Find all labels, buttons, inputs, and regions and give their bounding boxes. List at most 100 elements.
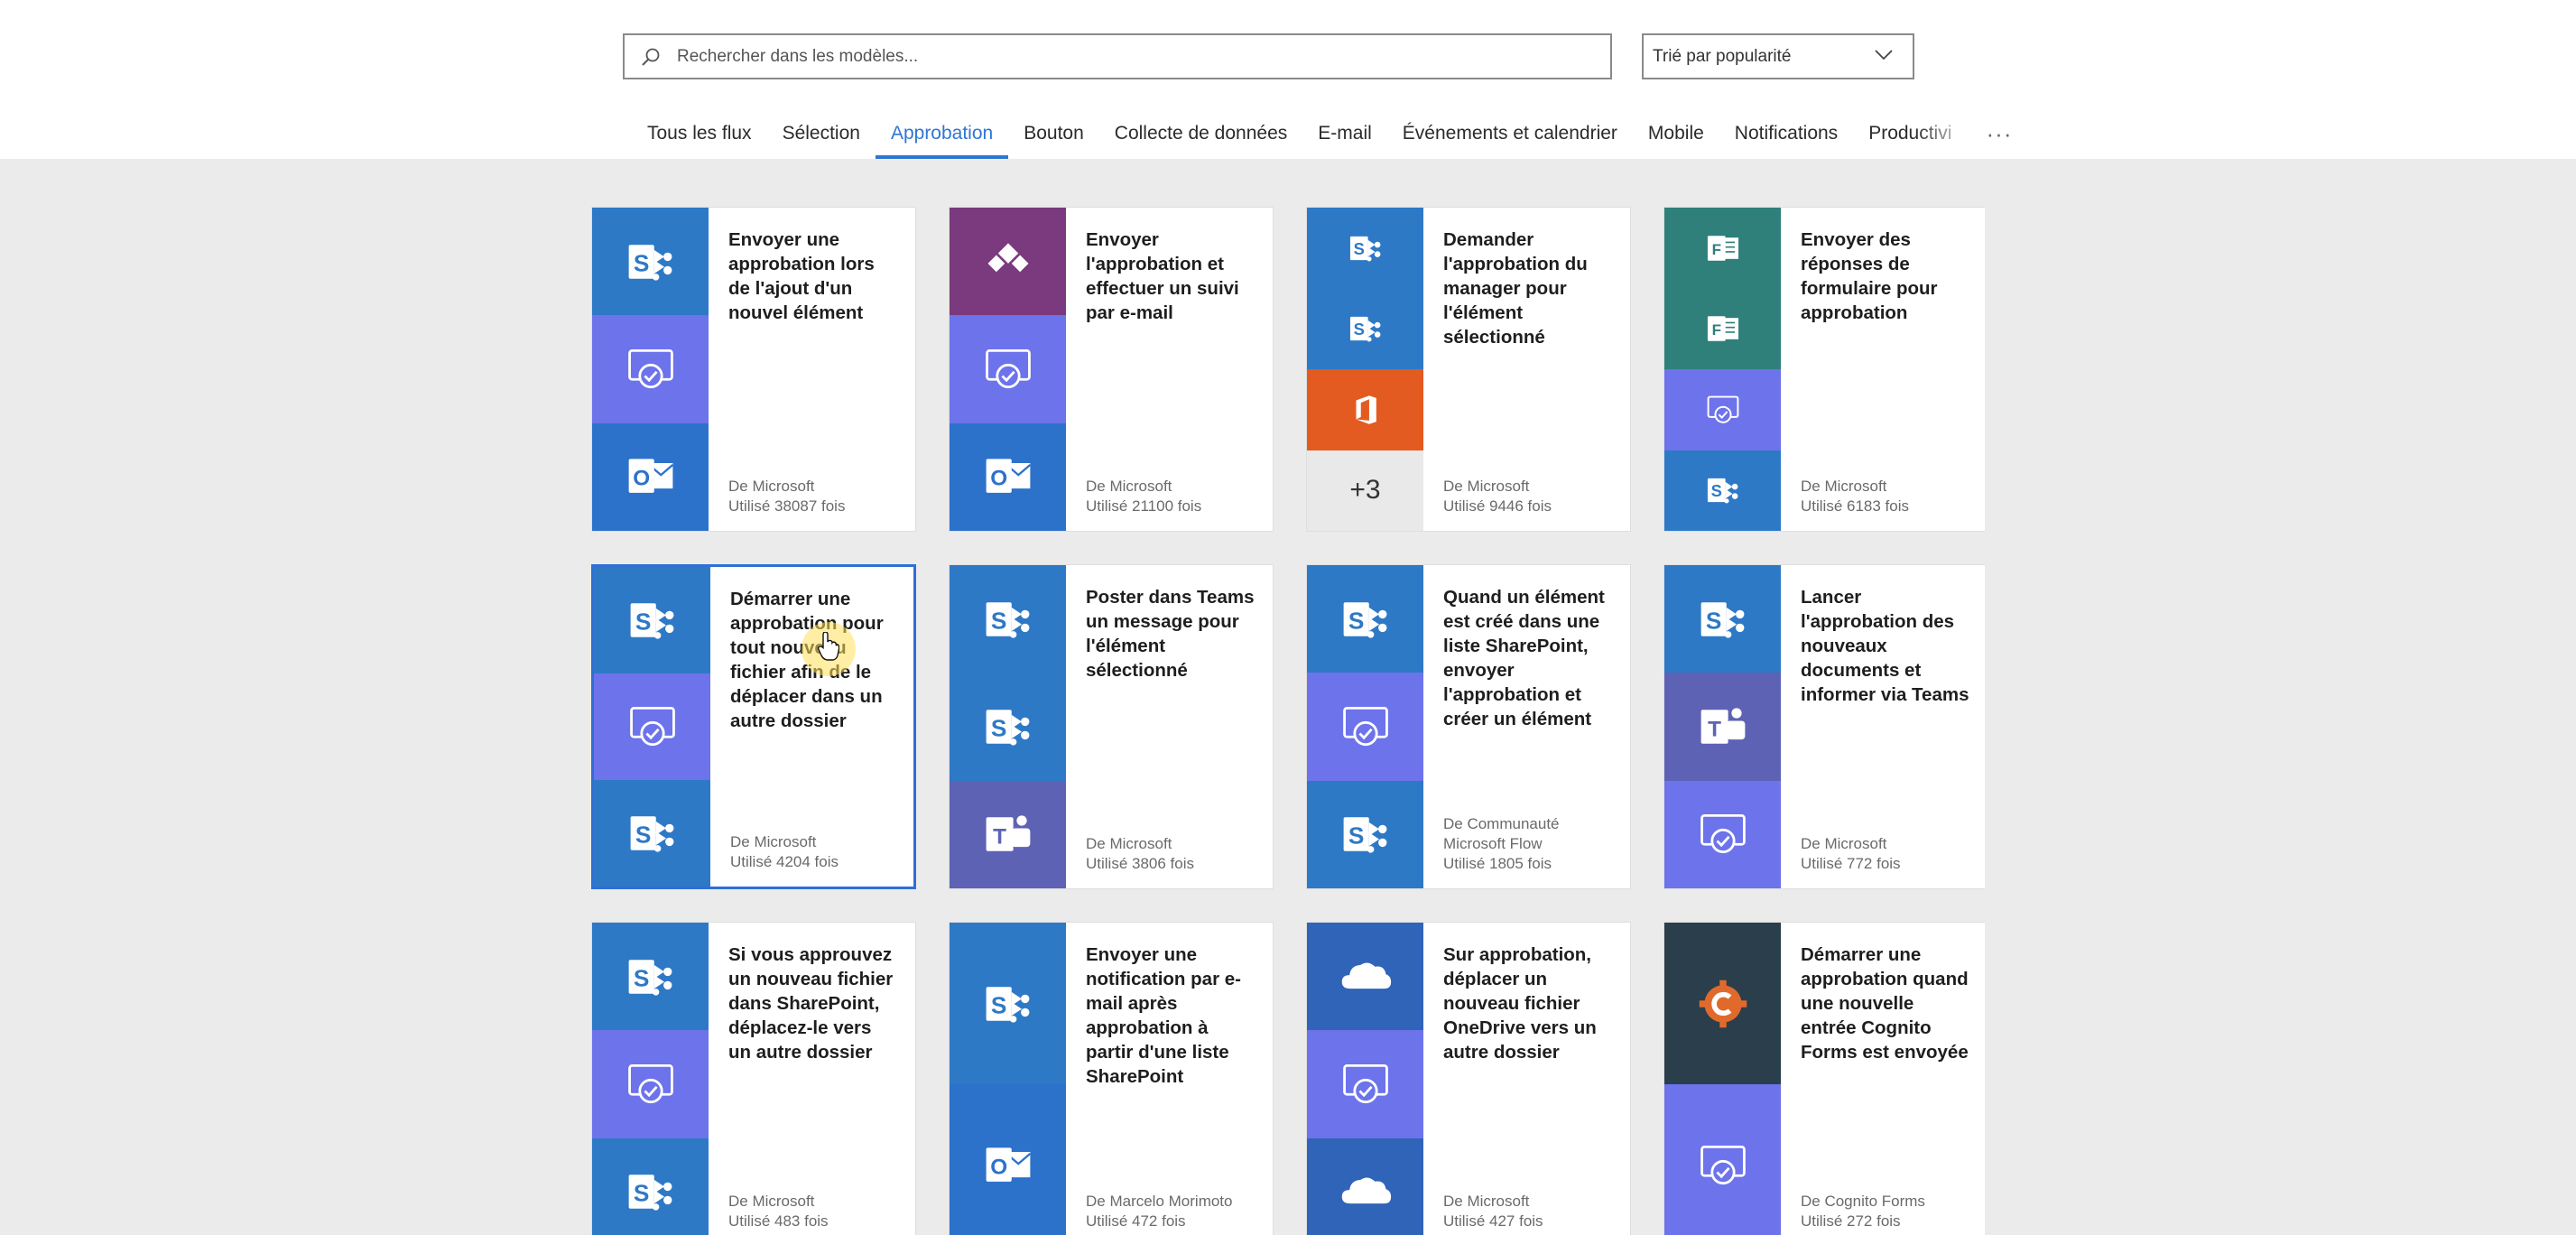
svg-text:S: S — [635, 821, 651, 848]
card-meta: De Microsoft Utilisé 427 fois — [1443, 1192, 1614, 1231]
svg-text:S: S — [1348, 607, 1364, 634]
svg-text:T: T — [1708, 717, 1721, 741]
tab-selection[interactable]: Sélection — [767, 116, 876, 159]
card-usage: Utilisé 21100 fois — [1086, 497, 1202, 515]
sharepoint-icon: S — [950, 923, 1066, 1084]
card-title: Envoyer des réponses de formulaire pour … — [1801, 229, 1938, 323]
card-title: Démarrer une approbation pour tout nouve… — [730, 589, 884, 731]
card-usage: Utilisé 427 fois — [1443, 1212, 1543, 1230]
sharepoint-icon: S — [592, 208, 709, 316]
outlook-icon: O — [950, 1084, 1066, 1235]
sharepoint-icon: S — [594, 780, 710, 887]
powerapps-icon — [950, 208, 1066, 316]
template-card[interactable]: F F S Envoyer des réponses de formulaire po… — [1663, 207, 1985, 532]
template-card[interactable]: S S T Poster dans Teams un message pour l'é… — [949, 564, 1274, 889]
tab-approbation[interactable]: Approbation — [875, 116, 1009, 159]
connector-icons: SO — [592, 208, 709, 531]
card-author: De Microsoft — [1443, 1193, 1530, 1210]
svg-text:S: S — [990, 714, 1006, 741]
card-usage: Utilisé 772 fois — [1801, 855, 1901, 872]
sharepoint-icon: S — [1307, 288, 1423, 369]
card-author: De Microsoft — [1443, 478, 1530, 495]
card-meta: De Microsoft Utilisé 4204 fois — [730, 832, 897, 872]
card-body: Démarrer une approbation quand une nouve… — [1781, 923, 1985, 1235]
svg-text:S: S — [1348, 822, 1364, 850]
svg-text:F: F — [1711, 321, 1720, 339]
search-box[interactable] — [623, 33, 1612, 79]
sharepoint-icon: S — [1307, 208, 1423, 289]
card-body: Envoyer l'approbation et effectuer un su… — [1066, 208, 1273, 531]
card-title: Sur approbation, déplacer un nouveau fic… — [1443, 944, 1597, 1063]
svg-text:S: S — [1353, 320, 1364, 339]
template-card[interactable]: S O Envoyer une approbation lors de l'ajou… — [591, 207, 916, 532]
connector-icons: F F S — [1664, 208, 1781, 531]
search-input[interactable] — [677, 35, 1610, 78]
svg-text:O: O — [633, 467, 650, 491]
svg-text:S: S — [633, 249, 649, 276]
sort-value: Trié par popularité — [1653, 46, 1792, 66]
approvals-icon — [1664, 369, 1781, 450]
svg-text:S: S — [635, 608, 651, 635]
tab-mobile[interactable]: Mobile — [1633, 116, 1719, 159]
card-author: De Communauté Microsoft Flow — [1443, 815, 1560, 852]
card-author: De Marcelo Morimoto — [1086, 1193, 1233, 1210]
svg-text:S: S — [990, 991, 1006, 1018]
tab-tous-les-flux[interactable]: Tous les flux — [632, 116, 767, 159]
approvals-icon — [1664, 1084, 1781, 1235]
card-meta: De Microsoft Utilisé 3806 fois — [1086, 834, 1256, 874]
approvals-icon — [1664, 780, 1781, 888]
card-body: Envoyer une notification par e-mail aprè… — [1066, 923, 1273, 1235]
tab-productivite[interactable]: Productivi — [1853, 116, 1967, 159]
sort-dropdown[interactable]: Trié par popularité — [1642, 33, 1914, 79]
card-body: Si vous approuvez un nouveau fichier dan… — [709, 923, 915, 1235]
card-title: Envoyer l'approbation et effectuer un su… — [1086, 229, 1239, 323]
more-tabs-button[interactable]: ··· — [1986, 116, 2013, 152]
sharepoint-icon: S — [950, 565, 1066, 673]
sharepoint-icon: S — [1307, 780, 1423, 888]
card-author: De Cognito Forms — [1801, 1193, 1925, 1210]
tab-e-mail[interactable]: E-mail — [1302, 116, 1387, 159]
more-count: +3 — [1349, 475, 1381, 506]
card-usage: Utilisé 6183 fois — [1801, 497, 1910, 515]
connector-icons: S S T — [950, 565, 1066, 888]
template-card[interactable]: Sur approbation, déplacer un nouveau fic… — [1306, 922, 1631, 1235]
template-card[interactable]: S S Si vous approuvez un nouveau fichier d… — [591, 922, 916, 1235]
card-title: Envoyer une notification par e-mail aprè… — [1086, 944, 1241, 1087]
tab-collecte-de-donnees[interactable]: Collecte de données — [1099, 116, 1302, 159]
svg-text:O: O — [990, 1155, 1007, 1179]
onedrive-icon — [1307, 1138, 1423, 1235]
sharepoint-icon: S — [592, 1138, 709, 1235]
connector-icons: SO — [950, 923, 1066, 1235]
card-meta: De Communauté Microsoft Flow Utilisé 1805… — [1443, 814, 1614, 874]
card-usage: Utilisé 483 fois — [728, 1212, 829, 1230]
chevron-down-icon — [1875, 49, 1893, 65]
card-author: De Microsoft — [1086, 835, 1172, 852]
tab-notifications[interactable]: Notifications — [1719, 116, 1853, 159]
card-usage: Utilisé 3806 fois — [1086, 855, 1195, 872]
connector-icons: SS — [592, 923, 709, 1235]
template-card[interactable]: S S +3 Demander l'approbation du manager po… — [1306, 207, 1631, 532]
sharepoint-icon: S — [592, 923, 709, 1031]
approvals-icon — [1307, 1030, 1423, 1138]
more-connectors: +3 — [1307, 450, 1423, 531]
template-card[interactable]: S O Envoyer une notification par e-mail ap… — [949, 922, 1274, 1235]
card-body: Envoyer des réponses de formulaire pour … — [1781, 208, 1985, 531]
card-meta: De Microsoft Utilisé 21100 fois — [1086, 477, 1256, 516]
template-card[interactable]: S S Démarrer une approbation pour tout nou… — [591, 564, 916, 889]
tab-bouton[interactable]: Bouton — [1008, 116, 1099, 159]
card-body: Démarrer une approbation pour tout nouve… — [710, 567, 913, 887]
card-body: Sur approbation, déplacer un nouveau fic… — [1423, 923, 1630, 1235]
card-usage: Utilisé 4204 fois — [730, 853, 839, 870]
template-card[interactable]: O Envoyer l'approbation et effectuer un s… — [949, 207, 1274, 532]
card-body: Lancer l'approbation des nouveaux docume… — [1781, 565, 1985, 888]
template-card[interactable]: S T Lancer l'approbation des nouveaux docu… — [1663, 564, 1985, 889]
template-card[interactable]: Démarrer une approbation quand une nouve… — [1663, 922, 1985, 1235]
onedrive-icon — [1307, 923, 1423, 1031]
template-card[interactable]: S S Quand un élément est créé dans une lis… — [1306, 564, 1631, 889]
sharepoint-icon: S — [594, 567, 710, 673]
forms-icon: F — [1664, 288, 1781, 369]
svg-text:O: O — [990, 467, 1007, 491]
category-tabs: Tous les flux Sélection Approbation Bout… — [632, 116, 1967, 159]
approvals-icon — [592, 315, 709, 423]
tab-evenements-et-calendrier[interactable]: Événements et calendrier — [1387, 116, 1633, 159]
